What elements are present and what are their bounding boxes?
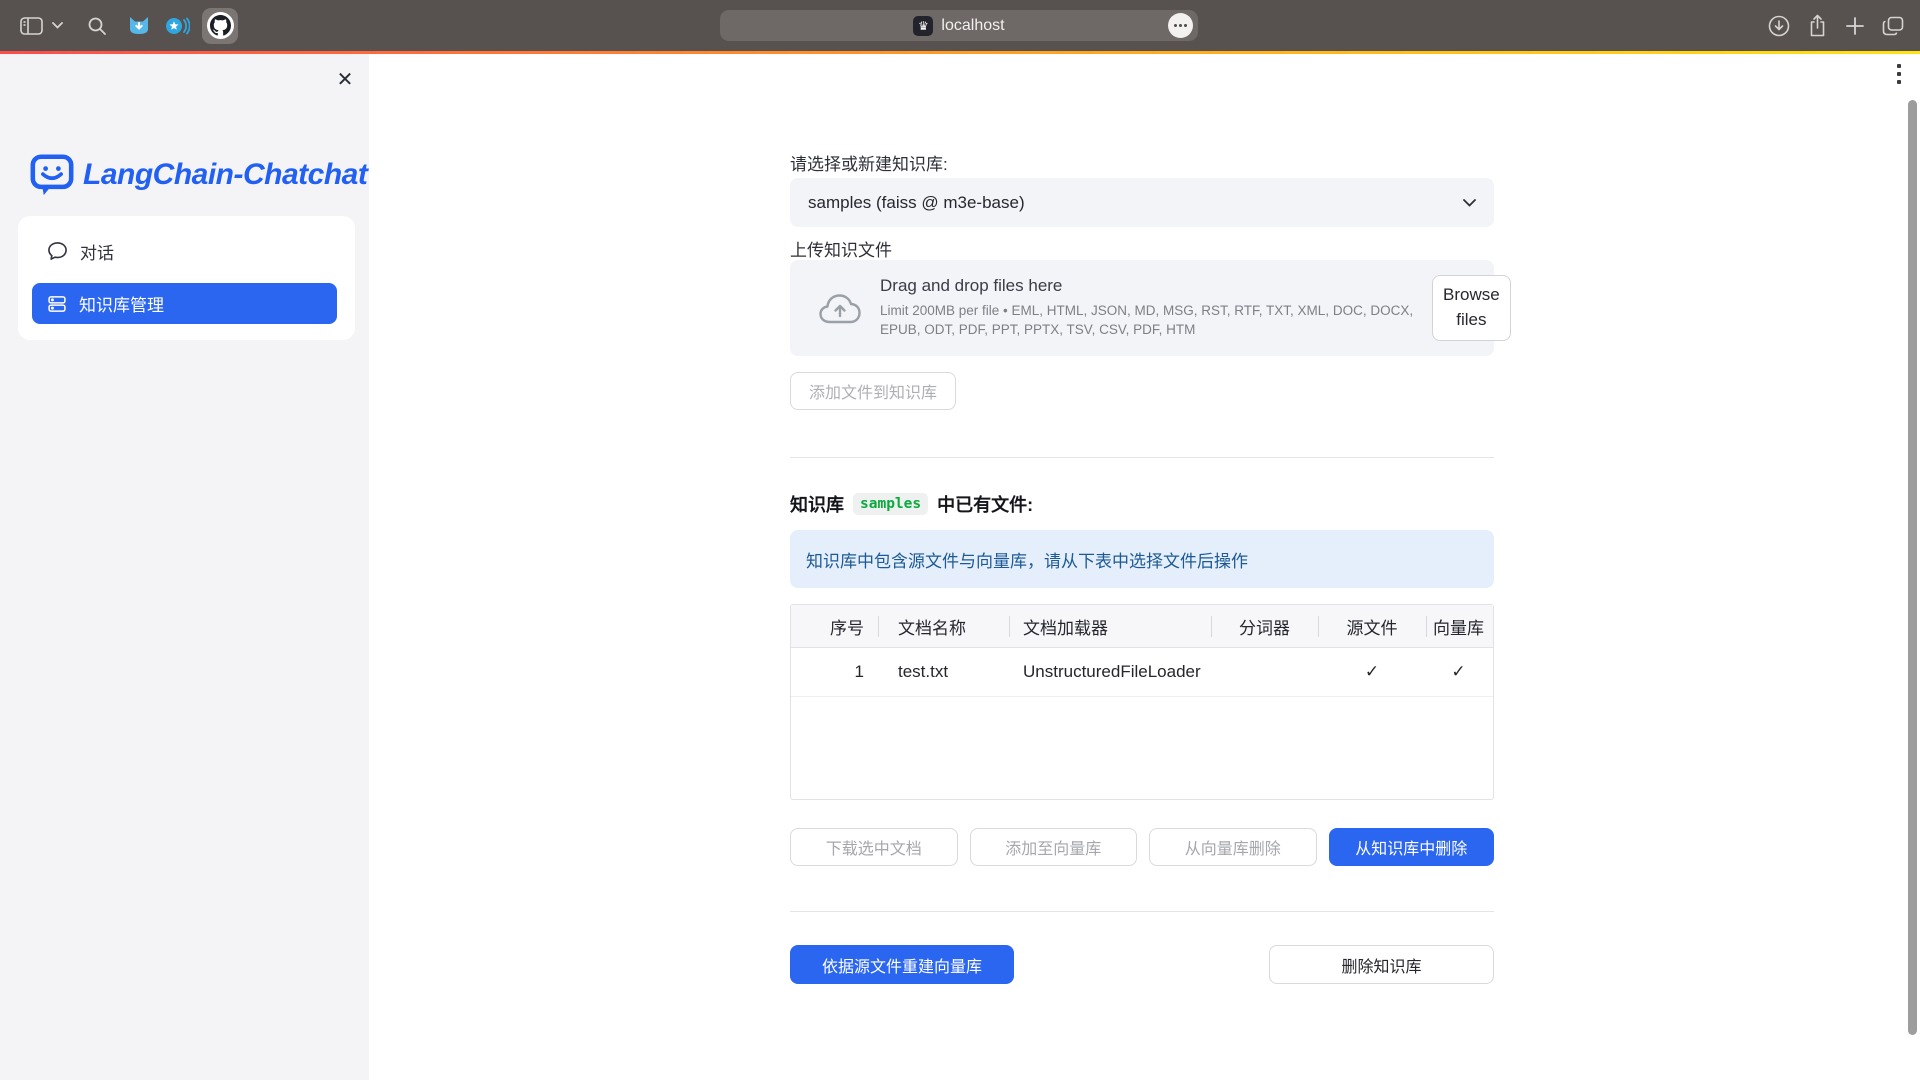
- info-alert: 知识库中包含源文件与向量库，请从下表中选择文件后操作: [790, 530, 1494, 588]
- divider: [790, 911, 1494, 912]
- kb-selectbox[interactable]: samples (faiss @ m3e-base): [790, 178, 1494, 227]
- add-to-vectorstore-button[interactable]: 添加至向量库: [970, 828, 1138, 866]
- app-menu-icon[interactable]: [1897, 64, 1901, 84]
- kb-selected-value: samples (faiss @ m3e-base): [808, 193, 1463, 213]
- share-icon[interactable]: [1807, 14, 1828, 38]
- cat-download-extension-icon[interactable]: [128, 15, 150, 36]
- col-header-source: 源文件: [1318, 605, 1426, 647]
- col-header-splitter: 分词器: [1211, 605, 1318, 647]
- col-header-vector: 向量库: [1426, 605, 1491, 647]
- logo-chat-icon: [30, 154, 74, 196]
- kb-footer-actions: 依据源文件重建向量库 删除知识库: [790, 945, 1494, 984]
- sidebar-menu: 对话 知识库管理: [18, 216, 355, 340]
- address-bar[interactable]: ♛ localhost: [720, 10, 1198, 41]
- vertical-scrollbar[interactable]: [1908, 100, 1917, 1035]
- github-extension-icon[interactable]: [202, 8, 238, 44]
- download-icon[interactable]: [1768, 15, 1790, 37]
- page-settings-icon[interactable]: [1168, 13, 1193, 38]
- add-files-to-kb-button[interactable]: 添加文件到知识库: [790, 372, 956, 410]
- kb-files-table: 序号 文档名称 文档加载器 分词器 源文件 向量库 1 test.txt Uns…: [790, 604, 1494, 800]
- browser-toolbar: ♛ localhost: [0, 0, 1920, 51]
- dropzone-title: Drag and drop files here: [880, 276, 1432, 296]
- sidebar-item-label: 知识库管理: [79, 291, 164, 316]
- remove-from-vectorstore-button[interactable]: 从向量库删除: [1149, 828, 1317, 866]
- kb-files-heading: 知识库 samples 中已有文件:: [790, 491, 1033, 517]
- browse-files-button[interactable]: Browse files: [1432, 275, 1511, 340]
- database-stack-icon: [47, 294, 67, 314]
- logo-text: LangChain-Chatchat: [83, 158, 367, 192]
- delete-from-kb-button[interactable]: 从知识库中删除: [1329, 828, 1495, 866]
- cell-filename: test.txt: [878, 648, 1009, 696]
- github-mark: [207, 12, 234, 39]
- app-sidebar: ✕ LangChain-Chatchat 对话: [0, 54, 369, 1080]
- cell-index: 1: [791, 648, 878, 696]
- sidebar-item-chat[interactable]: 对话: [32, 228, 337, 274]
- file-dropzone[interactable]: Drag and drop files here Limit 200MB per…: [790, 260, 1494, 356]
- site-favicon: ♛: [913, 16, 933, 36]
- divider: [790, 457, 1494, 458]
- info-message: 知识库中包含源文件与向量库，请从下表中选择文件后操作: [806, 547, 1248, 572]
- dropzone-limit-text: Limit 200MB per file • EML, HTML, JSON, …: [880, 302, 1432, 340]
- chevron-down-icon: [1463, 199, 1476, 207]
- delete-kb-button[interactable]: 删除知识库: [1269, 945, 1494, 984]
- download-selected-button[interactable]: 下载选中文档: [790, 828, 958, 866]
- cell-loader: UnstructuredFileLoader: [1009, 648, 1211, 696]
- kb-select-label: 请选择或新建知识库:: [790, 150, 948, 175]
- col-header-filename: 文档名称: [878, 605, 1009, 647]
- heading-suffix: 中已有文件:: [937, 491, 1033, 517]
- chevron-down-icon[interactable]: [52, 22, 63, 29]
- cell-vector-check: ✓: [1426, 648, 1491, 696]
- col-header-index: 序号: [791, 605, 878, 647]
- cell-splitter: [1211, 648, 1318, 696]
- tabs-overview-icon[interactable]: [1882, 16, 1904, 36]
- upload-label: 上传知识文件: [790, 236, 892, 261]
- main-content: 请选择或新建知识库: samples (faiss @ m3e-base) 上传…: [790, 54, 1494, 1080]
- col-header-loader: 文档加载器: [1009, 605, 1211, 647]
- new-tab-icon[interactable]: [1845, 16, 1865, 36]
- sidebar-close-icon[interactable]: ✕: [332, 66, 358, 92]
- kb-name-code: samples: [853, 493, 928, 515]
- cell-source-check: ✓: [1318, 648, 1426, 696]
- table-header-row: 序号 文档名称 文档加载器 分词器 源文件 向量库: [791, 605, 1493, 648]
- chat-bubble-icon: [47, 241, 68, 261]
- rebuild-vectorstore-button[interactable]: 依据源文件重建向量库: [790, 945, 1014, 984]
- cloud-upload-icon: [818, 291, 862, 326]
- app-logo: LangChain-Chatchat: [30, 154, 367, 196]
- sidebar-toggle-icon[interactable]: [20, 17, 43, 35]
- sidebar-item-label: 对话: [80, 239, 114, 264]
- search-icon[interactable]: [87, 16, 107, 36]
- url-text: localhost: [941, 17, 1004, 35]
- circles-star-extension-icon[interactable]: [164, 15, 190, 37]
- table-row[interactable]: 1 test.txt UnstructuredFileLoader ✓ ✓: [791, 648, 1493, 697]
- sidebar-item-knowledge-base[interactable]: 知识库管理: [32, 283, 337, 324]
- file-action-buttons: 下载选中文档 添加至向量库 从向量库删除 从知识库中删除: [790, 828, 1494, 866]
- heading-prefix: 知识库: [790, 491, 844, 517]
